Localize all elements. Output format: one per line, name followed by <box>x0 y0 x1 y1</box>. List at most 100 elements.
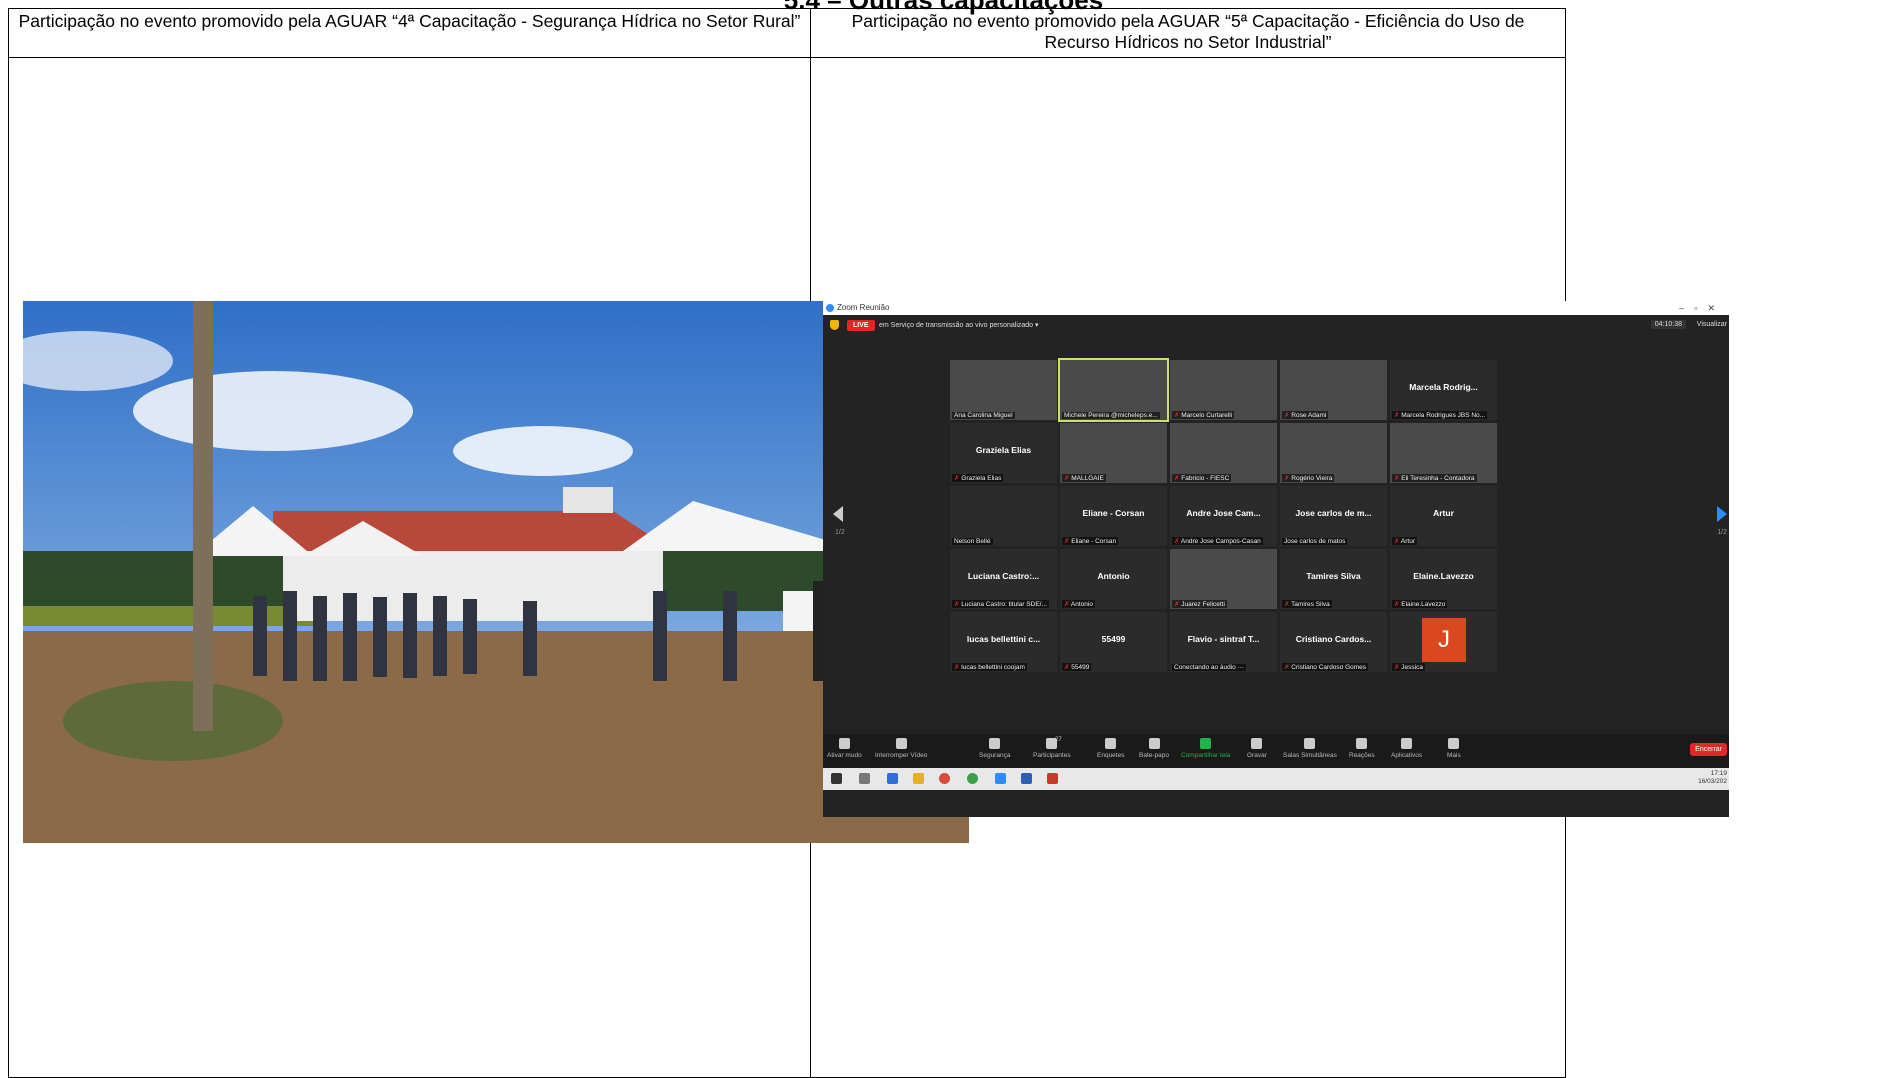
participant-name: Cristiano Cardoso Gomes <box>1282 663 1369 671</box>
view-button[interactable]: Visualizar <box>1697 321 1727 328</box>
participant-name: Jose carlos de matos <box>1282 538 1348 545</box>
toolbar-button[interactable]: Reações <box>1349 738 1375 759</box>
live-badge[interactable]: LIVE <box>847 320 875 331</box>
image-cell-left <box>8 57 969 1078</box>
participant-name: lucas bellettini coojam <box>952 663 1027 671</box>
participant-display-name: Graziela Elias <box>975 445 1032 455</box>
toolbar-button[interactable]: Ativar mudo <box>827 738 862 759</box>
next-page-icon[interactable] <box>1717 506 1727 522</box>
toolbar-button[interactable]: Segurança <box>979 738 1010 759</box>
participant-tile[interactable]: Elaine.Lavezzo Elaine.Lavezzo <box>1390 549 1497 609</box>
participant-name: Andre Jose Campos-Casan <box>1172 537 1263 545</box>
participant-name: Michele Pereira @micheleps.e... <box>1062 412 1160 419</box>
participant-avatar: J <box>1422 618 1466 662</box>
participant-tile[interactable]: Jose carlos de m... Jose carlos de matos <box>1280 486 1387 546</box>
task-view-icon[interactable] <box>887 773 898 784</box>
live-status[interactable]: em Serviço de transmissão ao vivo person… <box>879 321 1039 329</box>
participant-display-name: Andre Jose Cam... <box>1186 508 1261 518</box>
window-controls[interactable]: –▫✕ <box>1679 301 1725 315</box>
zoom-window-title: Zoom Reunião <box>837 303 890 312</box>
participant-tile[interactable]: Luciana Castro:... Luciana Castro: titula… <box>950 549 1057 609</box>
participant-tile[interactable]: Flavio - sintraf T... Conectando ao áudio… <box>1170 612 1277 672</box>
page-indicator-left: 1/2 <box>835 529 845 536</box>
end-meeting-button[interactable]: Encerrar <box>1690 743 1727 756</box>
toolbar-button-label: Participantes <box>1033 752 1071 759</box>
toolbar-button[interactable]: Compartilhar tela <box>1181 738 1231 759</box>
participant-tile[interactable]: Fabricio - FIESC <box>1170 423 1277 483</box>
participant-tile[interactable]: 55499 55499 <box>1060 612 1167 672</box>
participant-tile[interactable]: Tamires Silva Tamires Silva <box>1280 549 1387 609</box>
toolbar-button[interactable]: Gravar <box>1247 738 1267 759</box>
toolbar-button-label: Gravar <box>1247 752 1267 759</box>
toolbar-button-icon <box>838 738 850 749</box>
participant-tile[interactable]: Antonio Antonio <box>1060 549 1167 609</box>
toolbar-button-icon <box>1105 738 1117 749</box>
participant-name: Rose Adami <box>1282 411 1329 419</box>
start-icon[interactable] <box>831 773 842 784</box>
participant-name: Rogério Vieira <box>1282 474 1335 482</box>
participant-display-name: Artur <box>1433 508 1454 518</box>
participant-count: 27 <box>1055 737 1062 743</box>
windows-taskbar: 17:19 16/03/202 <box>823 768 1729 790</box>
toolbar-button-icon <box>989 738 1001 749</box>
toolbar-button-icon <box>1448 738 1460 749</box>
shield-icon[interactable] <box>830 320 839 330</box>
participant-tile[interactable]: Cristiano Cardos... Cristiano Cardoso Gom… <box>1280 612 1387 672</box>
prev-page-icon[interactable] <box>833 506 843 522</box>
toolbar-button-label: Mais <box>1447 752 1461 759</box>
toolbar-button-label: Aplicativos <box>1391 752 1423 759</box>
caption-cell-left: Participação no evento promovido pela AG… <box>8 8 811 58</box>
toolbar-button[interactable]: Aplicativos <box>1391 738 1422 759</box>
toolbar-button-label: Compartilhar tela <box>1181 752 1231 759</box>
acrobat-icon[interactable] <box>1047 773 1058 784</box>
toolbar-button-label: Interromper Vídeo <box>875 752 928 759</box>
toolbar-button-label: Salas Simultâneas <box>1283 752 1337 759</box>
participant-name: Fabricio - FIESC <box>1172 474 1232 482</box>
participant-name: 55499 <box>1062 663 1092 671</box>
toolbar-button[interactable]: Interromper Vídeo <box>875 738 927 759</box>
toolbar-button[interactable]: Salas Simultâneas <box>1283 738 1337 759</box>
participant-tile[interactable]: Juarez Felicetti <box>1170 549 1277 609</box>
zoom-logo-icon <box>826 304 834 312</box>
app-icon[interactable] <box>967 773 978 784</box>
participant-tile[interactable]: Eliane - Corsan Eliane - Corsan <box>1060 486 1167 546</box>
chrome-icon[interactable] <box>939 773 950 784</box>
zoom-taskbar-icon[interactable] <box>995 773 1006 784</box>
participant-tile[interactable]: Graziela Elias Graziela Elias <box>950 423 1057 483</box>
participant-tile[interactable]: Marcela Rodrig... Marcela Rodrigues JBS N… <box>1390 360 1497 420</box>
toolbar-button[interactable]: Bate-papo <box>1139 738 1169 759</box>
participant-display-name: Tamires Silva <box>1306 571 1361 581</box>
word-icon[interactable] <box>1021 773 1032 784</box>
toolbar-button-icon <box>1401 738 1413 749</box>
participant-display-name: 55499 <box>1101 634 1126 644</box>
participant-tile[interactable]: Michele Pereira @micheleps.e... <box>1058 358 1169 422</box>
participant-tile[interactable]: Ana Carolina Miguel <box>950 360 1057 420</box>
toolbar-button[interactable]: Enquetes <box>1097 738 1124 759</box>
participant-tile[interactable]: Artur Artur <box>1390 486 1497 546</box>
participant-name: Marcela Rodrigues JBS No... <box>1392 411 1488 419</box>
toolbar-button[interactable]: Participantes <box>1033 738 1071 759</box>
clock-date: 16/03/202 <box>1698 778 1727 785</box>
photo-table: Participação no evento promovido pela AG… <box>8 8 1729 1078</box>
participant-tile[interactable]: MALLGAIE <box>1060 423 1167 483</box>
participant-name: Jessica <box>1392 663 1425 671</box>
participant-tile[interactable]: lucas bellettini c... lucas bellettini co… <box>950 612 1057 672</box>
toolbar-button-label: Bate-papo <box>1139 752 1169 759</box>
participant-tile[interactable]: Rose Adami <box>1280 360 1387 420</box>
participant-tile[interactable]: Nelson Bellé <box>950 486 1057 546</box>
search-icon[interactable] <box>859 773 870 784</box>
participant-name: Elaine.Lavezzo <box>1392 600 1448 608</box>
participant-tile[interactable]: Andre Jose Cam... Andre Jose Campos-Casan <box>1170 486 1277 546</box>
participant-tile[interactable]: JJessica <box>1390 612 1497 672</box>
toolbar-button[interactable]: Mais <box>1447 738 1461 759</box>
participant-name: Eli Teresinha - Contadora <box>1392 474 1477 482</box>
file-explorer-icon[interactable] <box>913 773 924 784</box>
clock-time: 17:19 <box>1710 770 1727 777</box>
participant-tile[interactable]: Eli Teresinha - Contadora <box>1390 423 1497 483</box>
participant-tile[interactable]: Rogério Vieira <box>1280 423 1387 483</box>
participant-tile[interactable]: Marcelo Curtarelli <box>1170 360 1277 420</box>
participant-name: MALLGAIE <box>1062 474 1106 482</box>
meeting-toolbar: Encerrar Ativar mudo Interromper Vídeo Seg… <box>823 734 1729 768</box>
toolbar-button-label: Reações <box>1349 752 1375 759</box>
participant-name: Eliane - Corsan <box>1062 537 1119 545</box>
